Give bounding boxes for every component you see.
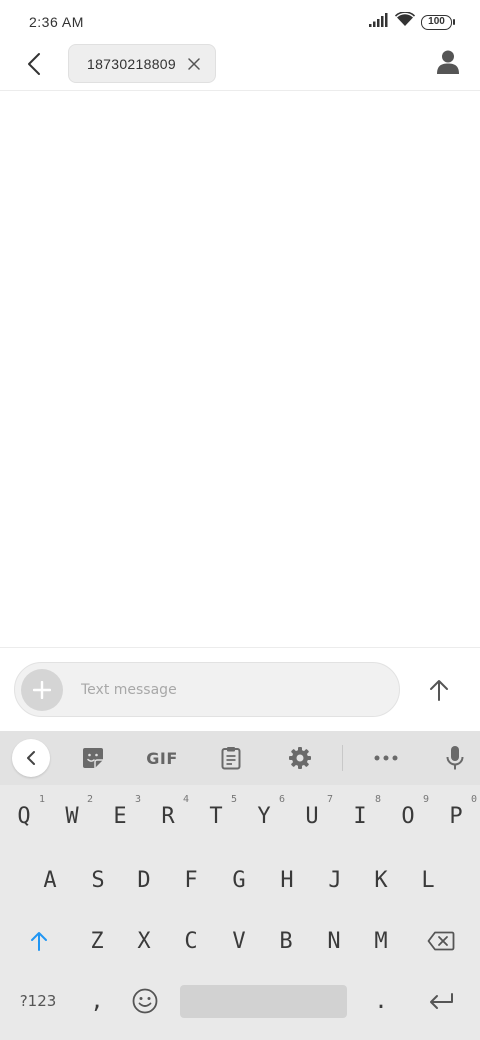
key-o[interactable]: O9 <box>384 788 432 844</box>
key-q[interactable]: Q1 <box>0 788 48 844</box>
clipboard-icon <box>221 747 241 770</box>
collapse-toolbar-button[interactable] <box>12 739 50 777</box>
shift-arrow-icon <box>31 932 47 951</box>
contact-button[interactable] <box>430 46 466 82</box>
key-i[interactable]: I8 <box>336 788 384 844</box>
key-n[interactable]: N <box>310 913 358 969</box>
key-z[interactable]: Z <box>73 913 121 969</box>
clipboard-button[interactable] <box>211 739 251 777</box>
gif-label: GIF <box>146 748 178 768</box>
recipient-chip[interactable]: 18730218809 <box>68 44 216 83</box>
key-f[interactable]: F <box>167 852 215 908</box>
key-s[interactable]: S <box>74 852 122 908</box>
voice-input-button[interactable] <box>435 739 475 777</box>
chevron-left-icon <box>27 52 41 81</box>
status-bar: 2:36 AM 100 <box>0 0 480 44</box>
status-time: 2:36 AM <box>29 14 84 30</box>
period-key[interactable]: . <box>358 973 404 1029</box>
key-j[interactable]: J <box>311 852 359 908</box>
battery-icon: 100 <box>421 14 455 30</box>
emoji-icon <box>132 988 158 1014</box>
key-x[interactable]: X <box>120 913 168 969</box>
space-key[interactable] <box>180 985 347 1018</box>
key-k[interactable]: K <box>357 852 405 908</box>
wifi-icon <box>394 11 416 32</box>
attach-button[interactable] <box>21 669 63 711</box>
toolbar-divider <box>342 745 343 771</box>
sticker-icon <box>83 748 103 768</box>
keyboard: GIF Q 1 W 2 E 3 R 4 T 5 Y 6 U 7 I 8 O 9 … <box>0 731 480 1040</box>
key-u[interactable]: U7 <box>288 788 336 844</box>
back-button[interactable] <box>16 46 52 86</box>
close-icon <box>188 58 200 70</box>
key-d[interactable]: D <box>120 852 168 908</box>
key-m[interactable]: M <box>357 913 405 969</box>
compose-box <box>14 662 400 717</box>
key-l[interactable]: L <box>404 852 452 908</box>
key-r[interactable]: R4 <box>144 788 192 844</box>
settings-button[interactable] <box>280 739 320 777</box>
message-input[interactable] <box>81 663 381 716</box>
key-p[interactable]: P0 <box>432 788 480 844</box>
key-h[interactable]: H <box>263 852 311 908</box>
comma-key[interactable]: , <box>74 973 120 1029</box>
key-e[interactable]: E3 <box>96 788 144 844</box>
signal-icon <box>369 12 389 32</box>
conversation-area <box>0 92 480 648</box>
arrow-up-icon <box>430 680 448 701</box>
gif-button[interactable]: GIF <box>140 739 184 777</box>
plus-icon <box>33 681 51 699</box>
remove-recipient-button[interactable] <box>185 55 203 73</box>
key-a[interactable]: A <box>26 852 74 908</box>
key-y[interactable]: Y6 <box>240 788 288 844</box>
key-t[interactable]: T5 <box>192 788 240 844</box>
recipient-number: 18730218809 <box>87 55 176 72</box>
backspace-icon <box>427 931 455 951</box>
person-icon <box>437 50 459 79</box>
more-button[interactable] <box>366 739 406 777</box>
key-g[interactable]: G <box>215 852 263 908</box>
key-w[interactable]: W2 <box>48 788 96 844</box>
chevron-left-icon <box>27 751 35 765</box>
gear-icon <box>289 747 311 769</box>
emoji-key[interactable] <box>122 973 168 1029</box>
enter-icon <box>430 993 453 1009</box>
key-v[interactable]: V <box>215 913 263 969</box>
conversation-header: 18730218809 <box>0 44 480 91</box>
microphone-icon <box>446 746 464 770</box>
status-icons: 100 <box>369 11 455 32</box>
backspace-key[interactable] <box>416 913 466 969</box>
more-horiz-icon <box>374 755 398 761</box>
keyboard-toolbar: GIF <box>0 731 480 785</box>
key-b[interactable]: B <box>262 913 310 969</box>
send-button[interactable] <box>418 669 460 711</box>
key-c[interactable]: C <box>167 913 215 969</box>
compose-bar <box>0 649 480 731</box>
sticker-button[interactable] <box>73 739 113 777</box>
shift-key[interactable] <box>14 913 64 969</box>
enter-key[interactable] <box>414 973 468 1029</box>
symbols-label: ?123 <box>19 992 57 1010</box>
symbols-key[interactable]: ?123 <box>10 973 66 1029</box>
